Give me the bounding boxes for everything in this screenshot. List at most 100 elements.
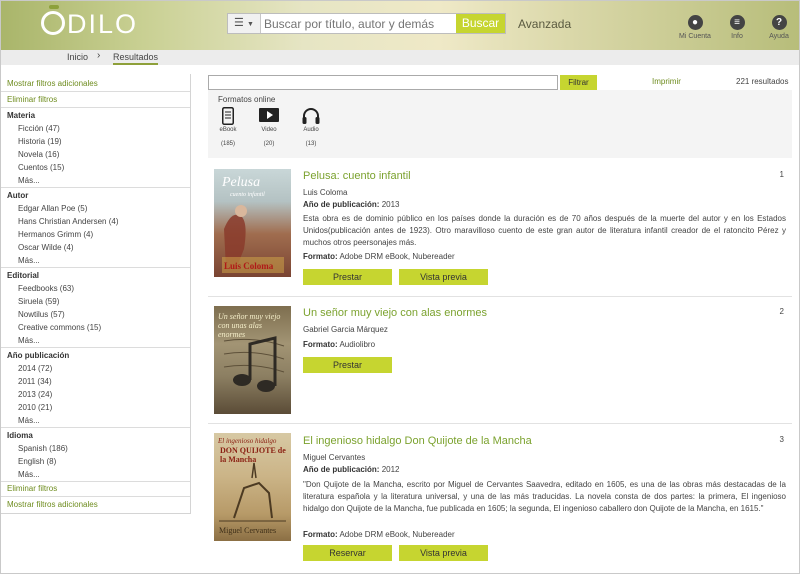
book-cover[interactable]: El ingenioso hidalgo DON QUIJOTE de la M…: [214, 433, 291, 541]
format-label: Formato:: [303, 340, 338, 349]
borrow-button[interactable]: Prestar: [303, 357, 392, 373]
filter-item[interactable]: Nowtilus (57): [0, 310, 190, 319]
filter-item[interactable]: Edgar Allan Poe (5): [0, 204, 190, 213]
filter-more-link[interactable]: Más...: [0, 336, 190, 345]
print-link[interactable]: Imprimir: [652, 77, 681, 86]
filter-item[interactable]: Novela (16): [0, 150, 190, 159]
format-label: eBook: [219, 127, 237, 133]
format-label: Video: [261, 127, 277, 133]
info-label: Info: [731, 33, 743, 40]
filter-item[interactable]: Oscar Wilde (4): [0, 243, 190, 252]
result-year: Año de publicación: 2012: [303, 465, 399, 474]
filter-item[interactable]: Hermanos Grimm (4): [0, 230, 190, 239]
filter-button[interactable]: Filtrar: [560, 75, 597, 90]
clear-filters-link[interactable]: Eliminar filtros: [0, 95, 190, 104]
divider: [0, 267, 190, 268]
search-bar: ☰ ▼ Buscar: [227, 13, 506, 34]
filter-item[interactable]: 2013 (24): [0, 390, 190, 399]
search-button[interactable]: Buscar: [456, 14, 505, 33]
divider: [0, 187, 190, 188]
help-button[interactable]: ? Ayuda: [749, 15, 800, 40]
reserve-button[interactable]: Reservar: [303, 545, 392, 561]
borrow-button[interactable]: Prestar: [303, 269, 392, 285]
show-more-filters-link[interactable]: Mostrar filtros adicionales: [0, 79, 190, 88]
list-icon: ☰: [234, 17, 244, 29]
result-description: "Don Quijote de la Mancha, escrito por M…: [303, 480, 786, 513]
result-author[interactable]: Luis Coloma: [303, 188, 347, 197]
result-title[interactable]: Pelusa: cuento infantil: [303, 170, 411, 182]
result-format: Formato: Adobe DRM eBook, Nubereader: [303, 530, 455, 539]
ebook-icon: [213, 107, 243, 127]
cover-title: Pelusa: [222, 175, 261, 190]
filter-results-input[interactable]: [208, 75, 558, 90]
format-label: Formato:: [303, 252, 338, 261]
year-value: 2013: [381, 200, 400, 209]
result-item: El ingenioso hidalgo DON QUIJOTE de la M…: [208, 424, 792, 574]
top-header: DILO ☰ ▼ Buscar Avanzada ● Mi Cuenta ≡ I…: [0, 0, 800, 50]
filter-group-title: Materia: [7, 111, 36, 120]
book-cover[interactable]: Un señor muy viejo con unas alas enormes: [214, 306, 291, 414]
result-title[interactable]: El ingenioso hidalgo Don Quijote de la M…: [303, 435, 532, 447]
preview-button[interactable]: Vista previa: [399, 269, 488, 285]
divider: [0, 107, 190, 108]
formats-title: Formatos online: [218, 95, 276, 104]
logo-o-mark: [41, 5, 65, 35]
clear-filters-link[interactable]: Eliminar filtros: [0, 484, 190, 493]
result-title[interactable]: Un señor muy viejo con alas enormes: [303, 307, 487, 319]
filter-item[interactable]: Cuentos (15): [0, 163, 190, 172]
year-label: Año de publicación:: [303, 200, 380, 209]
filter-more-link[interactable]: Más...: [0, 256, 190, 265]
filter-item[interactable]: Creative commons (15): [0, 323, 190, 332]
filter-item[interactable]: Ficción (47): [0, 124, 190, 133]
filter-item[interactable]: 2010 (21): [0, 403, 190, 412]
chevron-right-icon: ›: [97, 50, 101, 61]
format-value: Adobe DRM eBook, Nubereader: [339, 252, 455, 261]
result-author[interactable]: Miguel Cervantes: [303, 453, 365, 462]
filter-item[interactable]: Siruela (59): [0, 297, 190, 306]
format-ebook[interactable]: eBook (185): [213, 107, 243, 147]
format-audio[interactable]: Audio (13): [296, 107, 326, 147]
result-item: Pelusa cuento infantil Luis Coloma Pelus…: [208, 160, 792, 297]
result-author[interactable]: Gabriel Garcia Márquez: [303, 325, 388, 334]
filter-more-link[interactable]: Más...: [0, 176, 190, 185]
video-icon: [254, 107, 284, 127]
format-label: Formato:: [303, 530, 338, 539]
logo-text: DILO: [67, 9, 139, 39]
results-count: 221 resultados: [736, 77, 789, 86]
result-number: 1: [779, 170, 784, 179]
format-value: Adobe DRM eBook, Nubereader: [339, 530, 455, 539]
filter-item[interactable]: Historia (19): [0, 137, 190, 146]
help-label: Ayuda: [769, 33, 789, 40]
format-video[interactable]: Video (20): [254, 107, 284, 147]
cover-author: Luis Coloma: [224, 261, 274, 271]
divider: [0, 347, 190, 348]
filter-item[interactable]: 2014 (72): [0, 364, 190, 373]
breadcrumb-home[interactable]: Inicio: [67, 52, 88, 62]
headphones-icon: [296, 107, 326, 127]
filter-item[interactable]: 2011 (34): [0, 377, 190, 386]
search-type-dropdown[interactable]: ☰ ▼: [228, 14, 261, 33]
search-input[interactable]: [264, 15, 454, 32]
filter-more-link[interactable]: Más...: [0, 416, 190, 425]
divider: [0, 481, 190, 482]
filter-item[interactable]: Feedbooks (63): [0, 284, 190, 293]
filter-group-title: Editorial: [7, 271, 40, 280]
advanced-search-link[interactable]: Avanzada: [518, 17, 571, 31]
filter-more-link[interactable]: Más...: [0, 470, 190, 479]
show-more-filters-link[interactable]: Mostrar filtros adicionales: [0, 500, 190, 509]
result-format: Formato: Adobe DRM eBook, Nubereader: [303, 252, 455, 261]
format-value: Audiolibro: [339, 340, 376, 349]
cover-title: Un señor muy viejo con unas alas enormes: [218, 312, 281, 339]
filter-item[interactable]: English (8): [0, 457, 190, 466]
menu-icon: ≡: [729, 15, 745, 30]
book-cover[interactable]: Pelusa cuento infantil Luis Coloma: [214, 169, 291, 277]
filter-item[interactable]: Spanish (186): [0, 444, 190, 453]
cover-author: Miguel Cervantes: [219, 526, 277, 535]
filter-item[interactable]: Hans Christian Andersen (4): [0, 217, 190, 226]
result-number: 3: [779, 435, 784, 444]
result-item: Un señor muy viejo con unas alas enormes…: [208, 297, 792, 424]
format-count: (185): [220, 141, 235, 147]
odilo-logo[interactable]: DILO: [41, 5, 139, 40]
preview-button[interactable]: Vista previa: [399, 545, 488, 561]
format-count: (20): [263, 141, 275, 147]
